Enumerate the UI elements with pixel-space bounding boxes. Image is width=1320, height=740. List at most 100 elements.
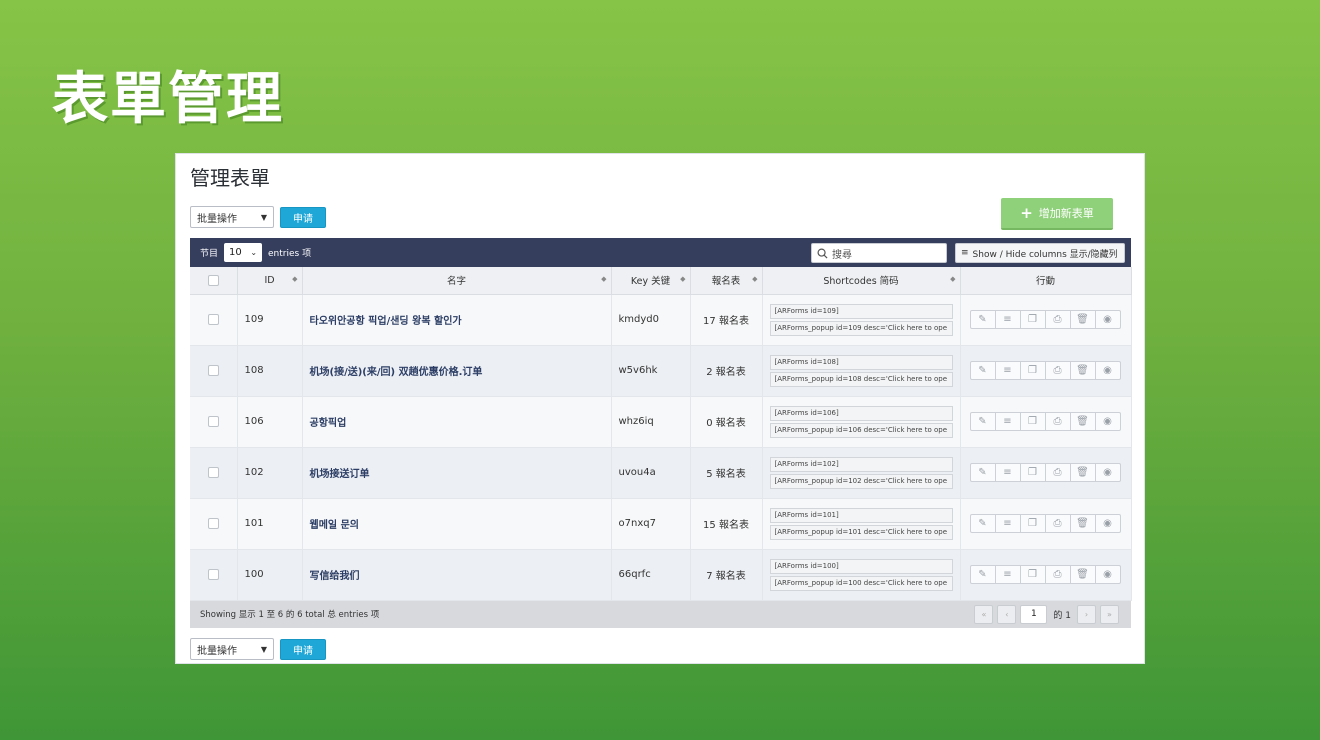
export-button[interactable]: ⎙ — [1044, 361, 1071, 380]
delete-button[interactable]: 🗑 — [1069, 514, 1096, 533]
entries-list-button[interactable]: ≡ — [994, 361, 1021, 380]
row-checkbox[interactable] — [207, 365, 219, 376]
entries-list-button[interactable]: ≡ — [994, 514, 1021, 533]
forms-table: 节目 10 ⌄ entries 项 搜尋 ≡ Show / Hide colum… — [190, 238, 1132, 628]
page-number-input[interactable]: 1 — [1020, 604, 1048, 624]
export-button[interactable]: ⎙ — [1044, 565, 1071, 584]
preview-button[interactable]: ◉ — [1094, 310, 1121, 329]
export-button[interactable]: ⎙ — [1044, 463, 1071, 482]
duplicate-button[interactable]: ❐ — [1019, 412, 1046, 431]
delete-button[interactable]: 🗑 — [1069, 310, 1096, 329]
column-header-id[interactable]: ID ◆ — [237, 267, 303, 295]
row-select-cell — [190, 549, 238, 601]
preview-button[interactable]: ◉ — [1094, 412, 1121, 431]
row-checkbox[interactable] — [207, 314, 219, 325]
show-hide-columns-button[interactable]: ≡ Show / Hide columns 显示/隐藏列 — [955, 243, 1125, 263]
edit-button[interactable]: ✎ — [969, 463, 996, 482]
column-header-name[interactable]: 名字 ◆ — [302, 267, 612, 295]
column-header-shortcodes[interactable]: Shortcodes 简码 ◆ — [762, 267, 961, 295]
popup-shortcode-field[interactable]: [ARForms_popup id=106 desc='Click here t… — [769, 422, 953, 438]
delete-button[interactable]: 🗑 — [1069, 361, 1096, 380]
caret-down-icon: ▼ — [260, 644, 267, 654]
row-checkbox[interactable] — [207, 569, 219, 580]
delete-button[interactable]: 🗑 — [1069, 463, 1096, 482]
shortcode-field[interactable]: [ARForms id=108] — [769, 354, 953, 370]
popup-shortcode-field[interactable]: [ARForms_popup id=108 desc='Click here t… — [769, 371, 953, 387]
prev-page-button[interactable]: ‹ — [997, 604, 1017, 624]
edit-button[interactable]: ✎ — [969, 514, 996, 533]
caret-down-icon: ▼ — [260, 212, 267, 222]
delete-button[interactable]: 🗑 — [1069, 412, 1096, 431]
duplicate-button[interactable]: ❐ — [1019, 361, 1046, 380]
entries-count-link[interactable]: 2 報名表 — [690, 345, 763, 397]
row-checkbox[interactable] — [207, 467, 219, 478]
duplicate-icon: ❐ — [1028, 365, 1037, 376]
first-page-button[interactable]: « — [974, 604, 994, 624]
popup-shortcode-field[interactable]: [ARForms_popup id=100 desc='Click here t… — [769, 575, 953, 591]
row-checkbox[interactable] — [207, 518, 219, 529]
popup-shortcode-field[interactable]: [ARForms_popup id=102 desc='Click here t… — [769, 473, 953, 489]
bulk-actions-top: 批量操作 ▼ 申请 — [190, 206, 326, 228]
entries-count-link[interactable]: 7 報名表 — [690, 549, 763, 601]
duplicate-button[interactable]: ❐ — [1019, 310, 1046, 329]
popup-shortcode-field[interactable]: [ARForms_popup id=101 desc='Click here t… — [769, 524, 953, 540]
entries-list-button[interactable]: ≡ — [994, 463, 1021, 482]
entries-list-button[interactable]: ≡ — [994, 310, 1021, 329]
shortcode-field[interactable]: [ARForms id=109] — [769, 303, 953, 319]
form-name-link[interactable]: 写信给我们 — [302, 549, 612, 601]
column-header-key[interactable]: Key 关键 ◆ — [611, 267, 691, 295]
page-length-select[interactable]: 10 ⌄ — [224, 243, 263, 262]
apply-button-bottom[interactable]: 申请 — [280, 638, 326, 660]
preview-button[interactable]: ◉ — [1094, 361, 1121, 380]
form-name-link[interactable]: 机场接送订单 — [302, 447, 612, 499]
form-name-link[interactable]: 웹메일 문의 — [302, 498, 612, 550]
duplicate-button[interactable]: ❐ — [1019, 514, 1046, 533]
add-new-form-button[interactable]: + 增加新表單 — [1001, 198, 1113, 230]
duplicate-button[interactable]: ❐ — [1019, 565, 1046, 584]
last-page-button[interactable]: » — [1100, 604, 1119, 624]
entries-count-link[interactable]: 15 報名表 — [690, 498, 763, 550]
edit-button[interactable]: ✎ — [969, 361, 996, 380]
form-name-link[interactable]: 공항픽업 — [302, 396, 612, 448]
duplicate-icon: ❐ — [1028, 314, 1037, 325]
entries-list-button[interactable]: ≡ — [994, 412, 1021, 431]
search-input[interactable]: 搜尋 — [811, 243, 947, 263]
edit-button[interactable]: ✎ — [969, 565, 996, 584]
sort-icon: ◆ — [752, 275, 758, 283]
duplicate-button[interactable]: ❐ — [1019, 463, 1046, 482]
bulk-actions-bottom: 批量操作 ▼ 申请 — [190, 638, 326, 660]
row-checkbox[interactable] — [207, 416, 219, 427]
edit-button[interactable]: ✎ — [969, 310, 996, 329]
shortcode-field[interactable]: [ARForms id=102] — [769, 456, 953, 472]
shortcode-field[interactable]: [ARForms id=106] — [769, 405, 953, 421]
action-buttons: ✎ ≡ ❐ ⎙ 🗑 ◉ — [968, 463, 1124, 482]
entries-list-button[interactable]: ≡ — [994, 565, 1021, 584]
shortcode-field[interactable]: [ARForms id=101] — [769, 507, 953, 523]
action-buttons: ✎ ≡ ❐ ⎙ 🗑 ◉ — [968, 514, 1124, 533]
column-header-entries[interactable]: 報名表 ◆ — [690, 267, 763, 295]
shortcode-field[interactable]: [ARForms id=100] — [769, 558, 953, 574]
preview-button[interactable]: ◉ — [1094, 463, 1121, 482]
popup-shortcode-field[interactable]: [ARForms_popup id=109 desc='Click here t… — [769, 320, 953, 336]
form-name-link[interactable]: 타오위안공항 픽업/샌딩 왕복 할인가 — [302, 294, 612, 346]
bulk-action-select[interactable]: 批量操作 ▼ — [190, 206, 274, 228]
export-button[interactable]: ⎙ — [1044, 514, 1071, 533]
edit-button[interactable]: ✎ — [969, 412, 996, 431]
sort-icon: ◆ — [601, 275, 607, 283]
bulk-action-select-bottom[interactable]: 批量操作 ▼ — [190, 638, 274, 660]
entries-count-link[interactable]: 5 報名表 — [690, 447, 763, 499]
preview-button[interactable]: ◉ — [1094, 565, 1121, 584]
delete-icon: 🗑 — [1076, 314, 1089, 325]
select-all-checkbox[interactable] — [207, 274, 219, 286]
next-page-button[interactable]: › — [1077, 604, 1096, 624]
export-button[interactable]: ⎙ — [1044, 412, 1071, 431]
slide-title: 表單管理 — [52, 67, 284, 132]
table-row: 108 机场(接/送)(来/回) 双趟优惠价格.订单 w5v6hk 2 報名表 [ARF… — [190, 345, 1132, 397]
preview-button[interactable]: ◉ — [1094, 514, 1121, 533]
entries-count-link[interactable]: 0 報名表 — [690, 396, 763, 448]
entries-count-link[interactable]: 17 報名表 — [690, 294, 763, 346]
apply-button[interactable]: 申请 — [280, 206, 326, 228]
export-button[interactable]: ⎙ — [1044, 310, 1071, 329]
form-name-link[interactable]: 机场(接/送)(来/回) 双趟优惠价格.订单 — [302, 345, 612, 397]
delete-button[interactable]: 🗑 — [1069, 565, 1096, 584]
